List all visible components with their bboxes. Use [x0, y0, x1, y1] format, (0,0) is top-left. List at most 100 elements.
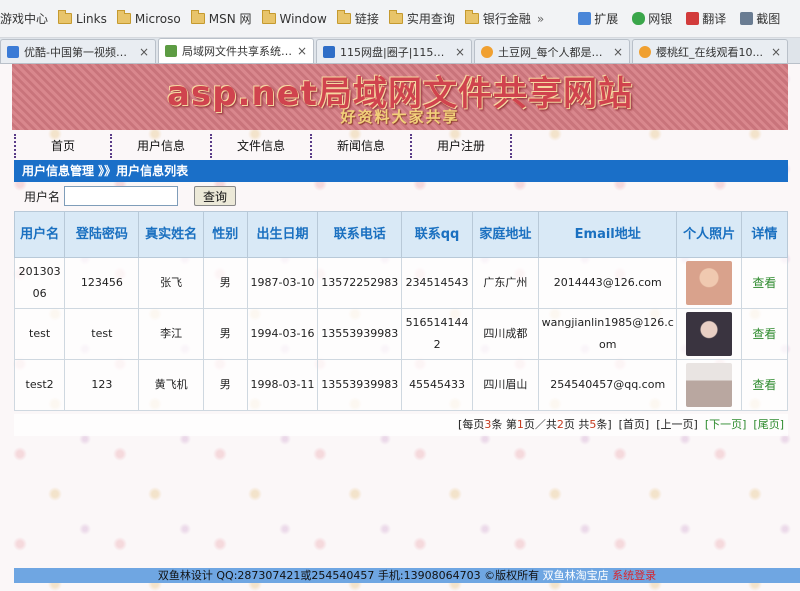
- favorite-label: MSN 网: [208, 12, 252, 26]
- view-detail-link[interactable]: 查看: [752, 276, 776, 290]
- pager-next-link[interactable]: [下一页]: [705, 418, 747, 431]
- favorite-label: 游戏中心: [0, 12, 49, 26]
- favorite-bank[interactable]: 银行金融: [464, 10, 531, 27]
- favorites-bar: 游戏中心 Links Microso MSN 网 Window 链接 实用查询 …: [0, 0, 800, 38]
- tab-115[interactable]: 115网盘|圈子|115，... ×: [316, 39, 472, 63]
- pager-text: [每页: [458, 418, 485, 431]
- cell-photo: [676, 257, 742, 309]
- search-label: 用户名: [24, 189, 61, 204]
- footer-taobao-link[interactable]: 双鱼林淘宝店: [543, 569, 609, 582]
- site-favicon-icon: [639, 45, 651, 58]
- user-photo: [686, 261, 733, 305]
- favorite-label: 实用查询: [406, 12, 455, 26]
- tab-label: 局域网文件共享系统-...: [182, 45, 293, 58]
- cell-password: 123: [64, 359, 140, 411]
- close-icon[interactable]: ×: [613, 45, 623, 59]
- main-nav: 首页 用户信息 文件信息 新闻信息 用户注册: [14, 134, 534, 158]
- tab-file-share[interactable]: 局域网文件共享系统-... ×: [158, 38, 314, 63]
- cell-gender: 男: [202, 308, 248, 360]
- close-icon[interactable]: ×: [771, 45, 781, 59]
- folder-icon: [336, 10, 351, 24]
- close-icon[interactable]: ×: [139, 45, 149, 59]
- favorite-links[interactable]: Links: [58, 10, 107, 26]
- cell-address: 四川成都: [471, 308, 539, 360]
- tab-cherry[interactable]: 樱桃红_在线观看10... ×: [632, 39, 788, 63]
- nav-home[interactable]: 首页: [14, 134, 112, 158]
- cell-photo: [676, 308, 742, 360]
- favorite-msn[interactable]: MSN 网: [190, 10, 252, 27]
- scissors-icon: [740, 12, 754, 25]
- tool-label: 翻译: [702, 12, 727, 26]
- table-row: 20130306 123456 张飞 男 1987-03-10 13572252…: [13, 257, 789, 309]
- favorite-microsoft[interactable]: Microso: [116, 10, 181, 26]
- cell-password: 123456: [64, 257, 140, 309]
- pager-last-link[interactable]: [尾页]: [753, 418, 784, 431]
- tab-label: 115网盘|圈子|115，...: [340, 45, 451, 59]
- favorites-more-button[interactable]: »: [537, 12, 544, 26]
- cell-username: test2: [13, 359, 66, 411]
- site-favicon-icon: [7, 45, 19, 58]
- favorite-label: Window: [279, 11, 327, 26]
- site-subtitle: 好资料大家共享: [340, 108, 460, 126]
- cell-realname: 李江: [138, 308, 204, 360]
- folder-icon: [58, 10, 73, 24]
- column-header: 性别: [202, 211, 248, 258]
- cell-photo: [676, 359, 742, 411]
- cell-phone: 13553939983: [317, 308, 403, 360]
- cell-address: 四川眉山: [471, 359, 539, 411]
- cell-qq: 45545433: [401, 359, 473, 411]
- footer-text: 双鱼林设计 QQ:287307421或254540457 手机:13908064…: [157, 569, 540, 582]
- cell-phone: 13572252983: [317, 257, 403, 309]
- tool-label: 网银: [648, 12, 673, 26]
- table-row: test test 李江 男 1994-03-16 13553939983 51…: [13, 308, 789, 360]
- favorite-label: Microso: [134, 11, 181, 26]
- table-header-row: 用户名 登陆密码 真实姓名 性别 出生日期 联系电话 联系qq 家庭地址 Ema…: [13, 211, 789, 258]
- cell-realname: 黄飞机: [138, 359, 204, 411]
- column-header: 登陆密码: [64, 211, 140, 258]
- favorite-label: 银行金融: [482, 12, 531, 26]
- cell-detail: 查看: [740, 308, 789, 360]
- footer-login-link[interactable]: 系统登录: [612, 569, 656, 582]
- ebank-button[interactable]: 网银: [632, 10, 672, 27]
- folder-icon: [388, 10, 403, 24]
- nav-user-register[interactable]: 用户注册: [412, 134, 512, 158]
- pager-first: [首页]: [618, 418, 650, 431]
- column-header: 家庭地址: [471, 211, 539, 258]
- favorite-windows[interactable]: Window: [261, 10, 327, 26]
- tab-label: 樱桃红_在线观看10...: [656, 45, 763, 59]
- extensions-button[interactable]: 扩展: [578, 10, 618, 27]
- close-icon[interactable]: ×: [297, 44, 307, 58]
- cell-email: 254540457@qq.com: [537, 359, 678, 411]
- view-detail-link[interactable]: 查看: [752, 327, 776, 341]
- cell-gender: 男: [202, 359, 248, 411]
- search-button[interactable]: 查询: [194, 186, 237, 206]
- translate-icon: [686, 12, 700, 25]
- nav-file-info[interactable]: 文件信息: [212, 134, 312, 158]
- nav-user-info[interactable]: 用户信息: [112, 134, 212, 158]
- nav-news-info[interactable]: 新闻信息: [312, 134, 412, 158]
- site-footer: 双鱼林设计 QQ:287307421或254540457 手机:13908064…: [14, 568, 800, 583]
- favorite-query[interactable]: 实用查询: [388, 10, 455, 27]
- column-header: 详情: [740, 211, 789, 258]
- close-icon[interactable]: ×: [455, 45, 465, 59]
- tab-label: 优酷-中国第一视频网...: [24, 45, 135, 59]
- username-search-input[interactable]: [64, 186, 179, 206]
- favorite-label: 链接: [354, 12, 379, 26]
- translate-button[interactable]: 翻译: [686, 10, 726, 27]
- tab-youku[interactable]: 优酷-中国第一视频网... ×: [0, 39, 156, 63]
- cell-email: 2014443@126.com: [537, 257, 678, 309]
- web-page: asp.net局域网文件共享网站 好资料大家共享 首页 用户信息 文件信息 新闻…: [0, 64, 800, 591]
- page-favicon-icon: [165, 45, 177, 57]
- cell-address: 广东广州: [471, 257, 539, 309]
- folder-icon: [464, 10, 479, 24]
- cell-password: test: [64, 308, 140, 360]
- pager-prev: [上一页]: [656, 418, 698, 431]
- view-detail-link[interactable]: 查看: [752, 378, 776, 392]
- screenshot-button[interactable]: 截图: [740, 10, 780, 27]
- favorite-game-center[interactable]: 游戏中心: [0, 10, 48, 27]
- tab-tudou[interactable]: 土豆网_每个人都是生... ×: [474, 39, 630, 63]
- column-header: 出生日期: [246, 211, 319, 258]
- user-photo: [686, 363, 733, 407]
- pager-text: 页 共: [563, 418, 590, 431]
- favorite-links-cn[interactable]: 链接: [336, 10, 379, 27]
